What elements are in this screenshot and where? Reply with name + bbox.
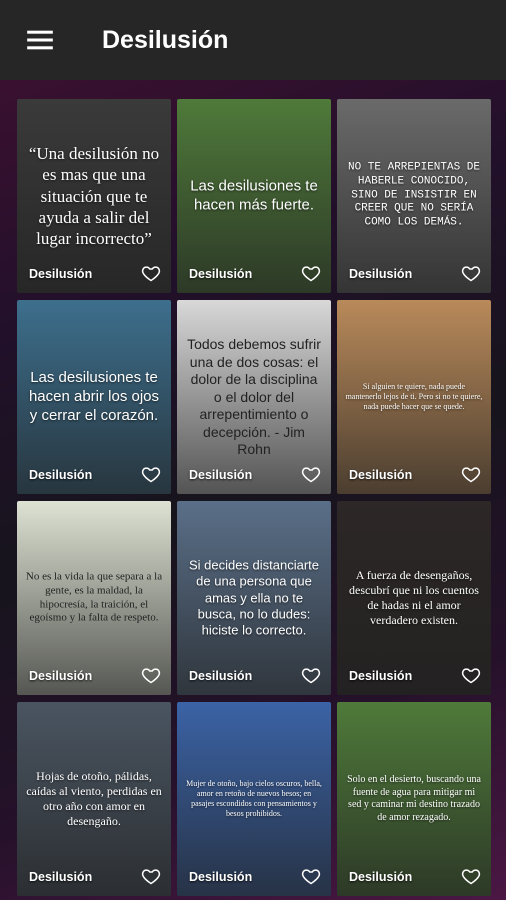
- category-label: Desilusión: [189, 870, 253, 884]
- quote-text: NO TE ARREPIENTAS DE HABERLE CONOCIDO, S…: [347, 161, 481, 229]
- quote-text: Si decides distanciarte de una persona q…: [188, 557, 320, 638]
- heart-outline-icon: [461, 869, 481, 885]
- quote-text: A fuerza de desengaños, descubrí que ni …: [349, 568, 479, 627]
- menu-button[interactable]: [0, 0, 80, 80]
- heart-outline-icon: [301, 668, 321, 684]
- favorite-button[interactable]: [301, 263, 321, 283]
- category-label: Desilusión: [189, 669, 253, 683]
- category-label: Desilusión: [349, 669, 413, 683]
- heart-outline-icon: [301, 869, 321, 885]
- category-label: Desilusión: [29, 468, 93, 482]
- heart-outline-icon: [141, 869, 161, 885]
- favorite-button[interactable]: [301, 665, 321, 685]
- heart-outline-icon: [141, 668, 161, 684]
- quote-text: Mujer de otoño, bajo cielos oscuros, bel…: [186, 779, 322, 818]
- category-label: Desilusión: [29, 669, 93, 683]
- page-title: Desilusión: [102, 25, 229, 54]
- favorite-button[interactable]: [141, 263, 161, 283]
- favorite-button[interactable]: [461, 464, 481, 484]
- quote-text: Las desilusiones te hacen abrir los ojos…: [28, 368, 160, 424]
- heart-outline-icon: [461, 668, 481, 684]
- quote-text: Las desilusiones te hacen más fuerte.: [190, 177, 318, 213]
- quote-text: Si alguien te quiere, nada puede mantene…: [345, 382, 483, 411]
- quote-card[interactable]: Mujer de otoño, bajo cielos oscuros, bel…: [177, 702, 331, 896]
- quote-card[interactable]: No es la vida la que separa a la gente, …: [17, 501, 171, 695]
- quote-card[interactable]: A fuerza de desengaños, descubrí que ni …: [337, 501, 491, 695]
- heart-outline-icon: [141, 467, 161, 483]
- quote-text: Solo en el desierto, buscando una fuente…: [347, 774, 481, 823]
- quote-card[interactable]: “Una desilusión no es mas que una situac…: [17, 99, 171, 293]
- category-label: Desilusión: [349, 870, 413, 884]
- quote-text: Hojas de otoño, pálidas, caídas al vient…: [26, 769, 162, 828]
- favorite-button[interactable]: [461, 665, 481, 685]
- heart-outline-icon: [301, 266, 321, 282]
- favorite-button[interactable]: [461, 866, 481, 886]
- category-label: Desilusión: [189, 468, 253, 482]
- quote-card[interactable]: Las desilusiones te hacen abrir los ojos…: [17, 300, 171, 494]
- quote-card[interactable]: Todos debemos sufrir una de dos cosas: e…: [177, 300, 331, 494]
- category-label: Desilusión: [349, 267, 413, 281]
- quote-card[interactable]: NO TE ARREPIENTAS DE HABERLE CONOCIDO, S…: [337, 99, 491, 293]
- app-bar: Desilusión: [0, 0, 506, 80]
- quote-card[interactable]: Si decides distanciarte de una persona q…: [177, 501, 331, 695]
- quote-text: No es la vida la que separa a la gente, …: [25, 570, 163, 624]
- quote-card[interactable]: Si alguien te quiere, nada puede mantene…: [337, 300, 491, 494]
- category-label: Desilusión: [29, 870, 93, 884]
- category-label: Desilusión: [29, 267, 93, 281]
- category-label: Desilusión: [189, 267, 253, 281]
- heart-outline-icon: [141, 266, 161, 282]
- quote-text: Todos debemos sufrir una de dos cosas: e…: [187, 335, 321, 457]
- heart-outline-icon: [461, 266, 481, 282]
- quote-card[interactable]: Las desilusiones te hacen más fuerte. Des…: [177, 99, 331, 293]
- favorite-button[interactable]: [301, 464, 321, 484]
- content-area: “Una desilusión no es mas que una situac…: [0, 80, 506, 900]
- heart-outline-icon: [301, 467, 321, 483]
- quote-text: “Una desilusión no es mas que una situac…: [28, 143, 160, 248]
- quote-card[interactable]: Solo en el desierto, buscando una fuente…: [337, 702, 491, 896]
- favorite-button[interactable]: [461, 263, 481, 283]
- quote-card[interactable]: Hojas de otoño, pálidas, caídas al vient…: [17, 702, 171, 896]
- heart-outline-icon: [461, 467, 481, 483]
- image-grid: “Una desilusión no es mas que una situac…: [17, 99, 491, 896]
- favorite-button[interactable]: [301, 866, 321, 886]
- favorite-button[interactable]: [141, 866, 161, 886]
- category-label: Desilusión: [349, 468, 413, 482]
- favorite-button[interactable]: [141, 464, 161, 484]
- hamburger-menu-icon: [27, 30, 53, 50]
- favorite-button[interactable]: [141, 665, 161, 685]
